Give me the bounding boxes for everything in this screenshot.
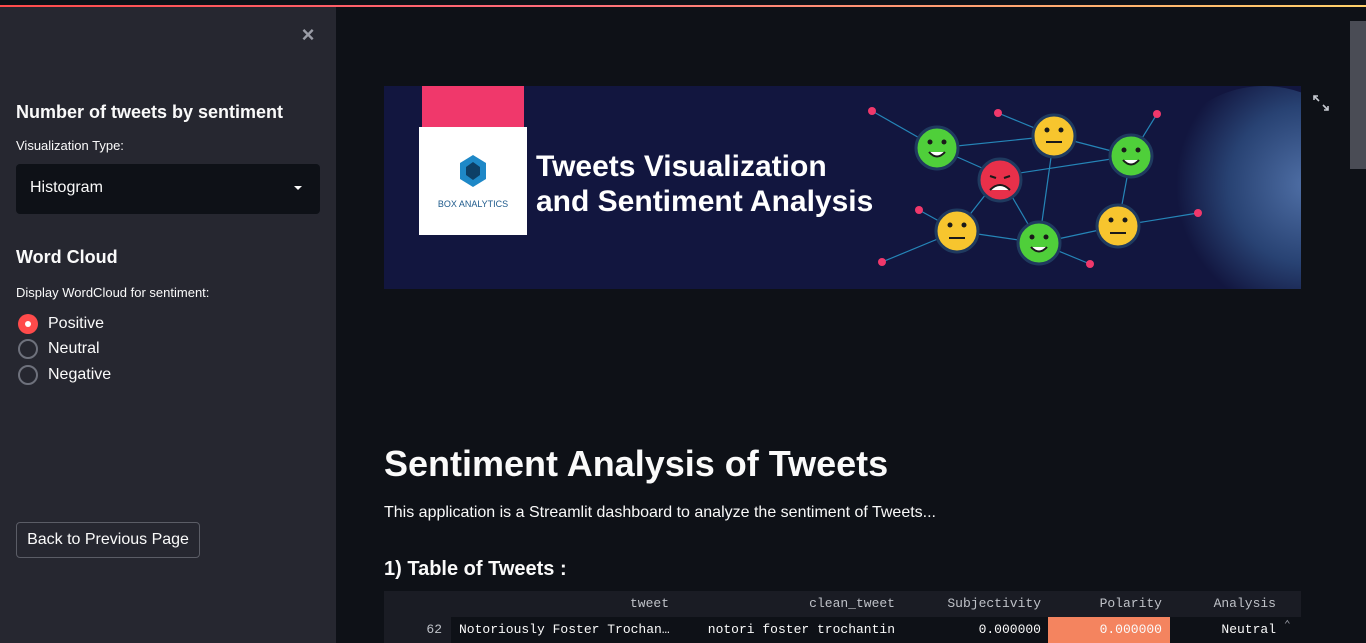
cell-analysis[interactable]: Neutral	[1174, 617, 1276, 643]
banner-graphic: BOX ANALYTICS Tweets Visualization and S…	[384, 86, 1301, 289]
cell-polarity[interactable]: 0.000000	[1048, 617, 1170, 643]
word-cloud-heading: Word Cloud	[16, 247, 118, 267]
visualization-type-value: Histogram	[30, 179, 103, 196]
page-description: This application is a Streamlit dashboar…	[384, 504, 936, 521]
expand-icon	[1313, 95, 1329, 111]
page-title: Sentiment Analysis of Tweets	[384, 443, 889, 484]
cell-tweet[interactable]: Notoriously Foster Trochan…	[459, 617, 674, 643]
back-to-previous-page-button[interactable]: Back to Previous Page	[16, 522, 200, 558]
radio-label: Neutral	[48, 340, 100, 357]
top-decoration	[0, 0, 1366, 7]
visualization-type-select[interactable]: Histogram	[16, 164, 320, 214]
radio-selected-icon[interactable]	[18, 314, 38, 334]
radio-label: Positive	[48, 315, 105, 332]
banner-title-line1: Tweets Visualization	[536, 150, 827, 183]
tweets-by-sentiment-heading: Number of tweets by sentiment	[16, 102, 284, 122]
column-header-clean-tweet[interactable]: clean_tweet	[684, 591, 895, 617]
radio-positive[interactable]: Positive	[18, 313, 104, 335]
tweets-table[interactable]: tweet clean_tweet Subjectivity Polarity …	[384, 591, 1301, 643]
brand-name: BOX ANALYTICS	[438, 199, 508, 209]
column-header-subjectivity[interactable]: Subjectivity	[904, 591, 1041, 617]
visualization-type-label: Visualization Type:	[16, 138, 124, 153]
cell-clean-tweet[interactable]: notori foster trochantin	[684, 617, 895, 643]
main-content: BOX ANALYTICS Tweets Visualization and S…	[336, 7, 1366, 643]
close-sidebar-icon[interactable]: ×	[296, 23, 320, 47]
wordcloud-sentiment-label: Display WordCloud for sentiment:	[16, 285, 210, 300]
header-banner-image: BOX ANALYTICS Tweets Visualization and S…	[384, 86, 1301, 289]
radio-unselected-icon[interactable]	[18, 339, 38, 359]
sidebar: × Number of tweets by sentiment Visualiz…	[0, 7, 336, 643]
chevron-down-icon	[294, 186, 302, 190]
chevron-up-icon[interactable]: ⌃	[1284, 613, 1296, 639]
banner-title-line2: and Sentiment Analysis	[536, 185, 873, 218]
radio-unselected-icon[interactable]	[18, 365, 38, 385]
table-section-title: 1) Table of Tweets :	[384, 558, 567, 580]
row-index: 62	[384, 617, 442, 643]
fullscreen-expand-icon[interactable]	[1313, 95, 1329, 111]
radio-label: Negative	[48, 366, 112, 383]
radio-negative[interactable]: Negative	[18, 364, 111, 386]
column-header-tweet[interactable]: tweet	[484, 591, 669, 617]
radio-neutral[interactable]: Neutral	[18, 338, 100, 360]
scrollbar-thumb[interactable]	[1350, 21, 1366, 169]
column-header-analysis[interactable]: Analysis	[1174, 591, 1276, 617]
column-header-polarity[interactable]: Polarity	[1049, 591, 1162, 617]
cell-subjectivity[interactable]: 0.000000	[904, 617, 1041, 643]
